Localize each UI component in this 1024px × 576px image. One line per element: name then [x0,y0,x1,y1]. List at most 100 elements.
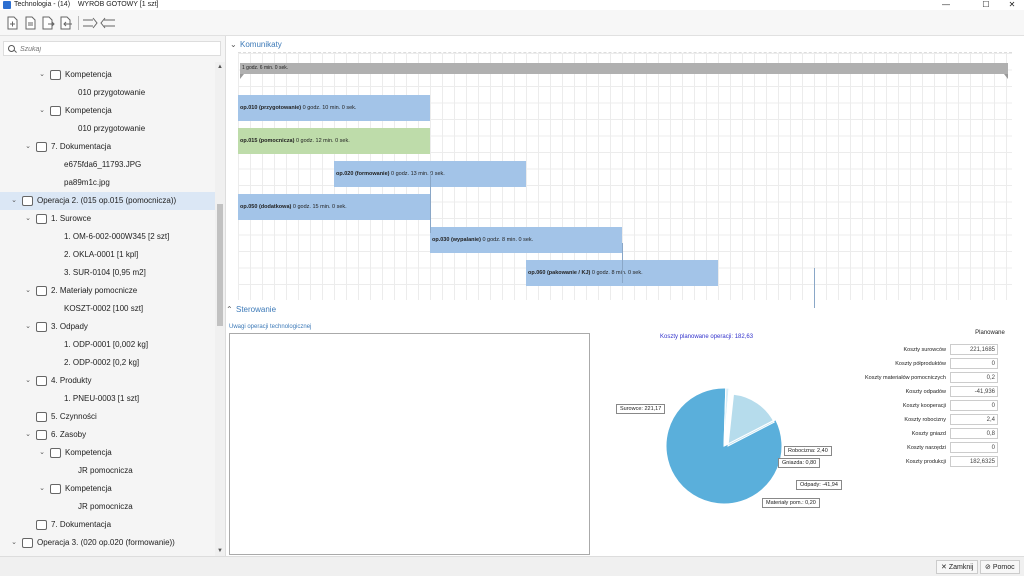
main-area: ⌄ Komunikaty 1 godz. 6 min. 0 sek. op.010… [226,36,1024,556]
tree-item[interactable]: KOSZT-0002 [100 szt] [0,300,215,318]
pie-slice-label: Gniazda: 0,80 [778,458,821,468]
tree-item[interactable]: 1. PNEU-0003 [1 szt] [0,390,215,408]
tree-item[interactable]: ⌄ 7. Dokumentacja [0,138,215,156]
scroll-up-icon[interactable]: ▲ [215,62,225,72]
cost-value-field[interactable]: 2,4 [950,414,998,425]
search-input[interactable] [20,43,210,55]
tree-item[interactable]: ⌄ Kompetencja [0,444,215,462]
tool-icon [50,106,61,116]
chevron-down-icon[interactable]: ⌄ [24,318,32,336]
tree-item[interactable]: ⌄ 6. Zasoby [0,426,215,444]
window-title: Technologia - (14) WYRÓB GOTOWY [1 szt] [14,0,158,10]
gantt-dependency-line [430,173,431,233]
help-button[interactable]: ⊘ Pomoc [980,560,1020,574]
tree-item[interactable]: 010 przygotowanie [0,84,215,102]
tree-item-label: Kompetencja [65,106,112,115]
cost-value-field[interactable]: 0 [950,400,998,411]
notes-textarea[interactable] [229,333,590,555]
komunikaty-header[interactable]: ⌄ Komunikaty [230,39,282,51]
move-right-icon[interactable] [82,16,98,30]
minimize-button[interactable]: — [936,0,956,10]
cost-label: Koszty narzędzi [907,445,946,451]
chevron-down-icon[interactable]: ⌄ [10,534,18,552]
chevron-down-icon[interactable]: ⌄ [24,138,32,156]
tree-item-label: 3. SUR-0104 [0,95 m2] [64,268,146,277]
chevron-down-icon[interactable]: ⌄ [38,66,46,84]
tree-item[interactable]: ⌄ 1. Surowce [0,210,215,228]
chevron-down-icon[interactable]: ⌄ [24,282,32,300]
chevron-down-icon[interactable]: ⌄ [24,426,32,444]
tree-item[interactable]: 5. Czynności [0,408,215,426]
pie-slice-label: Surowce: 221,17 [616,404,666,414]
cost-value-field[interactable]: 0,8 [950,428,998,439]
close-window-button[interactable]: ✕ [1002,0,1022,10]
tree-item[interactable]: ⌄ Kompetencja [0,66,215,84]
gantt-operation-bar[interactable]: op.015 (pomocnicza) 0 godz. 12 min. 0 se… [238,128,430,154]
documents-icon [36,520,47,530]
gantt-operation-bar[interactable]: op.050 (dodatkowa) 0 godz. 15 min. 0 sek… [238,194,430,220]
activities-icon [36,412,47,422]
cost-value-field[interactable]: 0,2 [950,372,998,383]
tree-item-label: 1. OM-6-002-000W345 [2 szt] [64,232,170,241]
search-box [3,41,221,56]
tree-item[interactable]: ⌄ Kompetencja [0,102,215,120]
tree-item[interactable]: JR pomocnicza [0,498,215,516]
scrollbar-thumb[interactable] [217,204,223,326]
tree-item[interactable]: JR pomocnicza [0,462,215,480]
tree-item-label: 010 przygotowanie [78,88,146,97]
tree-item[interactable]: ⌄ 2. Materiały pomocnicze [0,282,215,300]
move-left-icon[interactable] [100,16,116,30]
tree-item-label: 2. OKLA-0001 [1 kpl] [64,250,139,259]
tree-item-label: 1. Surowce [51,214,92,223]
tree-item[interactable]: ⌄ Kompetencja [0,480,215,498]
cost-value-field[interactable]: 221,1685 [950,344,998,355]
maximize-button[interactable]: ☐ [976,0,996,10]
cost-value-field[interactable]: 0 [950,442,998,453]
new-document-icon[interactable] [6,16,19,30]
chevron-down-icon[interactable]: ⌄ [38,444,46,462]
chevron-down-icon[interactable]: ⌄ [24,210,32,228]
chevron-down-icon[interactable]: ⌄ [24,372,32,390]
operation-name: op.030 (wypalanie) [432,237,481,243]
materials-icon [36,214,47,224]
komunikaty-title: Komunikaty [240,40,282,49]
import-document-icon[interactable] [60,16,73,30]
cost-label: Koszty produkcji [905,459,946,465]
tree-item-label: 7. Dokumentacja [51,520,112,529]
tree-item[interactable]: pa89m1c.jpg [0,174,215,192]
operation-time: 0 godz. 12 min. 0 sek. [295,138,350,144]
tree-item[interactable]: 1. OM-6-002-000W345 [2 szt] [0,228,215,246]
gantt-operation-bar[interactable]: op.010 (przygotowanie) 0 godz. 10 min. 0… [238,95,430,121]
scroll-down-icon[interactable]: ▼ [215,546,225,556]
tree-item[interactable]: 3. SUR-0104 [0,95 m2] [0,264,215,282]
gantt-operation-bar[interactable]: op.030 (wypalanie) 0 godz. 8 min. 0 sek. [430,227,622,253]
chevron-down-icon: ⌄ [230,40,237,49]
close-button-label: Zamknij [948,564,974,571]
cost-value-field[interactable]: 0 [950,358,998,369]
tree-item[interactable]: 2. OKLA-0001 [1 kpl] [0,246,215,264]
cost-value-field[interactable]: -41,936 [950,386,998,397]
structure-panel: ⌄ Kompetencja 010 przygotowanie ⌄ Kompetencj… [0,36,226,556]
tree-item[interactable]: ⌄ Operacja 3. (020 op.020 (formowanie)) [0,534,215,552]
competence-icon [50,70,61,80]
tree-item[interactable]: 010 przygotowanie [0,120,215,138]
tree-item[interactable]: e675fda6_11793.JPG [0,156,215,174]
copy-document-icon[interactable] [24,16,37,30]
cost-row: Koszty narzędzi 0 [846,442,1022,454]
tree-item[interactable]: ⌄ 3. Odpady [0,318,215,336]
tree-scrollbar[interactable]: ▲ ▼ [215,62,225,556]
tree-item[interactable]: ⌄ 4. Produkty [0,372,215,390]
tree-item-label: 010 przygotowanie [78,124,146,133]
chevron-down-icon[interactable]: ⌄ [10,192,18,210]
app-icon [3,1,11,9]
chevron-down-icon[interactable]: ⌄ [38,480,46,498]
chevron-down-icon[interactable]: ⌄ [38,102,46,120]
sterowanie-header[interactable]: ⌃ Sterowanie [226,304,1024,316]
tree-item[interactable]: 1. ODP-0001 [0,002 kg] [0,336,215,354]
tree-item[interactable]: 7. Dokumentacja [0,516,215,534]
tree-item[interactable]: 2. ODP-0002 [0,2 kg] [0,354,215,372]
tree-item[interactable]: ⌄ Operacja 2. (015 op.015 (pomocnicza)) [0,192,215,210]
cost-value-field[interactable]: 182,6325 [950,456,998,467]
export-document-icon[interactable] [42,16,55,30]
close-button[interactable]: ✕ Zamknij [936,560,979,574]
